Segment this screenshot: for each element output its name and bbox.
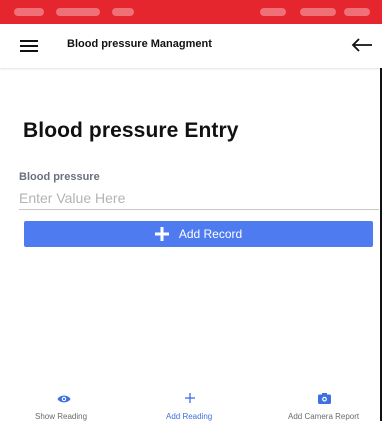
status-indicator <box>56 8 100 16</box>
status-bar <box>0 0 382 24</box>
tab-label: Add Camera Report <box>288 412 360 421</box>
add-record-button[interactable]: Add Record <box>24 221 373 247</box>
app-bar-title: Blood pressure Managment <box>67 38 212 50</box>
plus-icon <box>154 227 169 241</box>
tab-show-reading[interactable]: Show Reading <box>20 388 110 421</box>
plus-icon <box>185 393 195 403</box>
status-indicator <box>14 8 44 16</box>
add-record-label: Add Record <box>178 227 243 241</box>
menu-icon[interactable] <box>20 40 38 52</box>
status-indicator <box>300 8 336 16</box>
bottom-navigation: Show Reading Add Reading Add Camera Repo… <box>0 388 380 421</box>
back-arrow-icon[interactable] <box>350 33 374 57</box>
eye-icon <box>57 395 71 403</box>
tab-add-camera-report[interactable]: Add Camera Report <box>268 388 380 421</box>
page-title: Blood pressure Entry <box>23 119 239 142</box>
camera-icon <box>318 393 331 404</box>
tab-add-reading[interactable]: Add Reading <box>150 388 230 421</box>
status-indicator <box>344 8 370 16</box>
app-bar: Blood pressure Managment <box>0 24 382 68</box>
blood-pressure-label: Blood pressure <box>19 171 100 183</box>
tab-label: Add Reading <box>166 412 213 421</box>
blood-pressure-input[interactable] <box>19 187 379 210</box>
tab-label: Show Reading <box>35 412 88 421</box>
status-indicator <box>112 8 134 16</box>
status-indicator <box>260 8 286 16</box>
